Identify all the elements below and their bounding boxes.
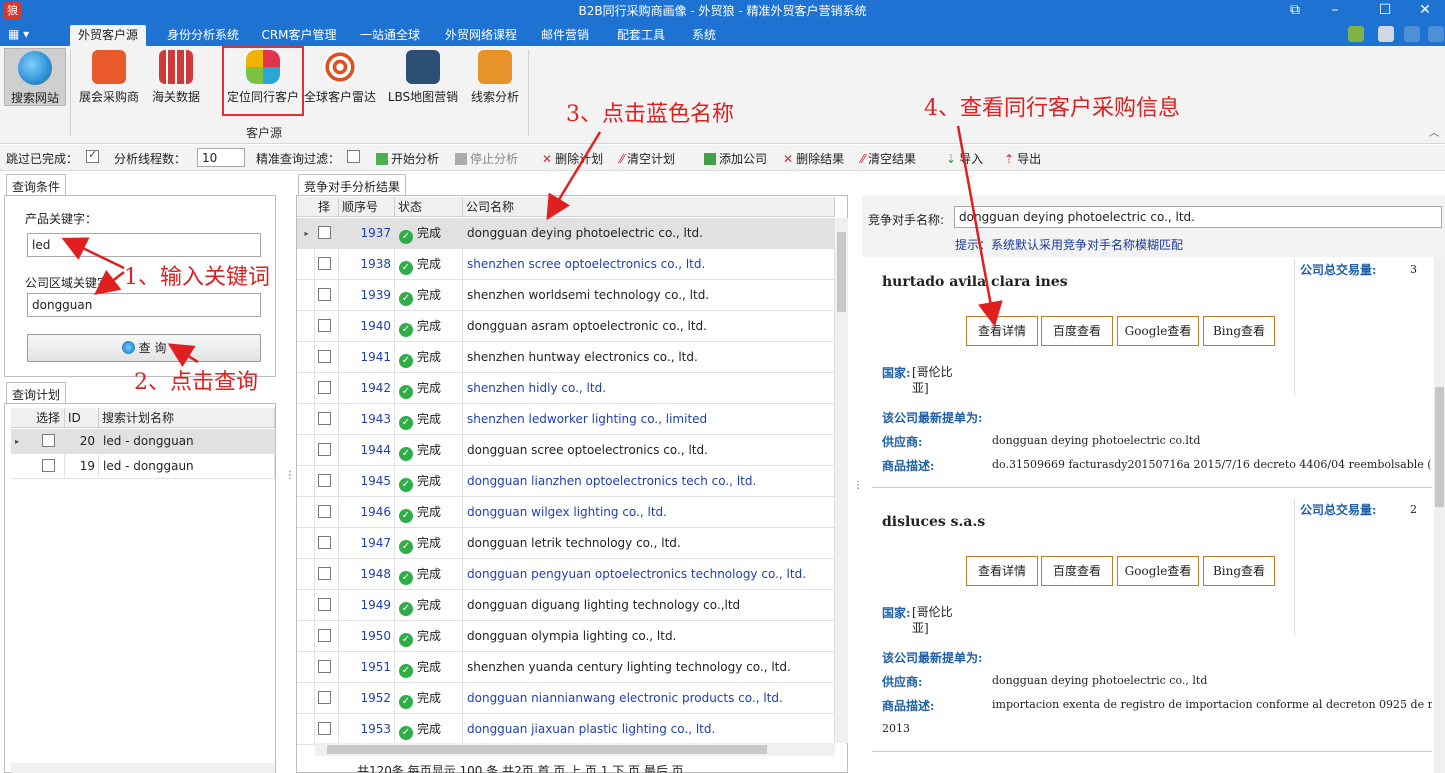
arrow-step1-a xyxy=(61,237,125,270)
annotation-step2: 2、点击查询 xyxy=(134,370,258,395)
app-window: 狼 B2B同行采购商画像 - 外贸狼 - 精准外贸客户营销系统 ⧉ – ☐ ✕ … xyxy=(0,0,1445,773)
arrow-step3 xyxy=(546,131,602,221)
arrow-step1-b xyxy=(94,269,125,296)
annotation-step4: 4、查看同行客户采购信息 xyxy=(924,96,1180,121)
annotation-step3: 3、点击蓝色名称 xyxy=(566,102,734,127)
annotation-step1: 1、输入关键词 xyxy=(124,265,270,290)
arrow-step2 xyxy=(167,343,199,368)
arrow-step4 xyxy=(956,125,1003,327)
